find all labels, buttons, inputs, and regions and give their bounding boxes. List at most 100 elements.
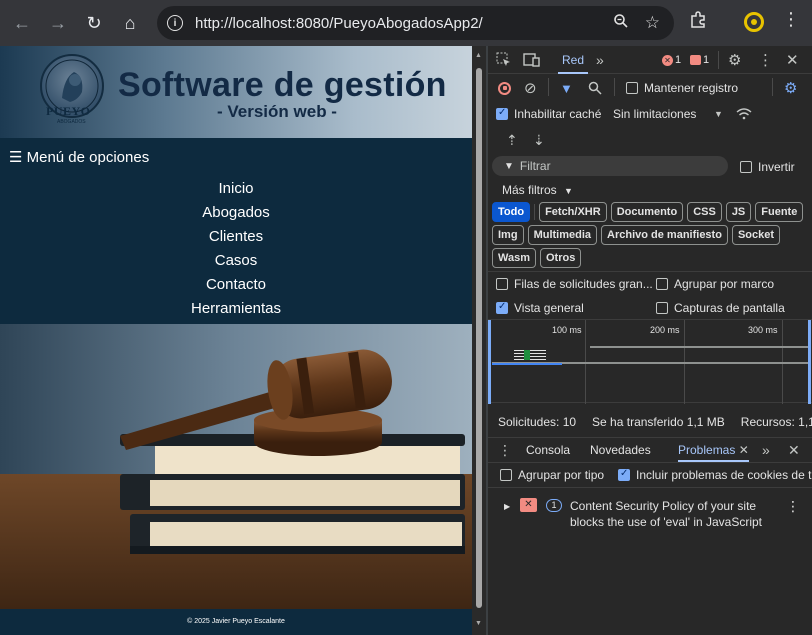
type-filter-fetch[interactable]: Fetch/XHR [539, 202, 607, 222]
bookmark-star-icon[interactable]: ☆ [645, 13, 660, 34]
group-by-type-checkbox[interactable]: Agrupar por tipo [500, 468, 604, 482]
throttling-select[interactable]: Sin limitaciones [613, 107, 696, 121]
page-scrollbar[interactable]: ▲ ▼ [472, 46, 486, 635]
menu-item-abogados[interactable]: Abogados [0, 204, 472, 228]
include-cookies-label: Incluir problemas de cookies de t [636, 468, 812, 482]
menu-item-herramientas[interactable]: Herramientas [0, 300, 472, 324]
type-filter-other[interactable]: Otros [540, 248, 582, 268]
scroll-up-icon[interactable]: ▲ [475, 52, 482, 59]
network-toolbar-row2: Inhabilitar caché Sin limitaciones ▼ [488, 102, 812, 126]
scrollbar-thumb[interactable] [476, 68, 482, 608]
devtools-menu-icon[interactable]: ⋮ [758, 51, 773, 69]
network-settings-gear-icon[interactable]: ⚙ [784, 79, 797, 97]
browser-menu-icon[interactable]: ⋮ [782, 9, 800, 30]
disable-cache-checkbox[interactable]: Inhabilitar caché [496, 107, 601, 121]
url-text[interactable]: http://localhost:8080/PueyoAbogadosApp2/ [195, 15, 483, 32]
type-filter-all[interactable]: Todo [492, 202, 531, 222]
error-icon: ✕ [662, 54, 673, 66]
timeline-request-green [524, 350, 530, 360]
type-filter-img[interactable]: Img [492, 225, 524, 245]
menu-toggle[interactable]: ☰ Menú de opciones [9, 148, 149, 166]
clear-icon[interactable]: ⊘ [524, 79, 537, 97]
search-icon[interactable] [588, 81, 602, 95]
tab-network[interactable]: Red [558, 46, 589, 74]
include-cookies-checkbox[interactable]: Incluir problemas de cookies de t [618, 468, 811, 482]
import-har-icon[interactable]: ⇡ [506, 132, 518, 149]
inspect-element-icon[interactable] [496, 52, 511, 67]
more-filters-dropdown[interactable]: Más filtros ▼ [502, 183, 573, 197]
type-filter-js[interactable]: JS [725, 202, 752, 222]
record-icon[interactable] [498, 81, 511, 95]
hero-image-gavel-books [0, 324, 472, 609]
forward-icon[interactable]: → [40, 5, 76, 41]
filter-input[interactable]: ▼ Filtrar [492, 156, 728, 176]
home-icon[interactable]: ⌂ [112, 5, 148, 41]
issue-menu-icon[interactable]: ⋮ [786, 498, 800, 515]
divider [718, 51, 719, 69]
issue-counter[interactable]: 1 [690, 54, 709, 66]
checkbox-box[interactable] [656, 302, 668, 314]
checkbox-box[interactable] [740, 161, 752, 173]
reload-icon[interactable]: ↻ [76, 5, 112, 41]
checkbox-box[interactable] [656, 278, 668, 290]
zoom-icon[interactable] [613, 13, 629, 34]
export-har-icon[interactable]: ⇣ [533, 132, 545, 149]
filter-funnel-icon[interactable]: ▼ [560, 81, 573, 96]
group-frame-checkbox[interactable]: Agrupar por marco [656, 277, 774, 291]
scroll-down-icon[interactable]: ▼ [475, 620, 482, 627]
disable-cache-label: Inhabilitar caché [514, 107, 602, 121]
divider [534, 203, 536, 220]
checkbox-box[interactable] [500, 469, 512, 481]
checkbox-box[interactable] [496, 301, 508, 314]
more-tabs-icon[interactable]: » [596, 52, 604, 68]
type-filter-media[interactable]: Multimedia [527, 225, 598, 245]
big-rows-checkbox[interactable]: Filas de solicitudes gran... [496, 277, 653, 291]
type-filter-wasm[interactable]: Wasm [492, 248, 536, 268]
network-conditions-wifi-icon[interactable] [736, 107, 752, 121]
preserve-log-checkbox[interactable]: Mantener registro [626, 81, 738, 95]
checkbox-box[interactable] [618, 468, 630, 481]
type-filter-doc[interactable]: Documento [610, 202, 684, 222]
menu-item-casos[interactable]: Casos [0, 252, 472, 276]
chevron-down-icon[interactable]: ▼ [714, 109, 723, 119]
profile-avatar-icon[interactable] [744, 12, 764, 32]
menu-item-contacto[interactable]: Contacto [0, 276, 472, 300]
type-filter-row2: Img Multimedia Archivo de manifiesto Socket [492, 225, 784, 245]
tab-console[interactable]: Consola [526, 443, 570, 457]
extensions-icon[interactable] [689, 10, 707, 33]
checkbox-box[interactable] [496, 107, 508, 120]
settings-gear-icon[interactable]: ⚙ [728, 51, 741, 69]
error-count: 1 [675, 54, 682, 66]
timeline-handle-right[interactable] [808, 320, 811, 404]
overview-label: Vista general [514, 301, 584, 315]
type-filter-socket[interactable]: Socket [731, 225, 781, 245]
tab-issues[interactable]: Problemas ✕ [678, 438, 749, 462]
menu-item-clientes[interactable]: Clientes [0, 228, 472, 252]
big-rows-label: Filas de solicitudes gran... [514, 277, 653, 291]
back-icon[interactable]: ← [4, 5, 40, 41]
overview-checkbox[interactable]: Vista general [496, 301, 584, 315]
drawer-menu-icon[interactable]: ⋮ [498, 442, 512, 459]
type-filter-css[interactable]: CSS [687, 202, 722, 222]
close-drawer-icon[interactable]: ✕ [788, 442, 800, 459]
timeline-handle-left[interactable] [488, 320, 491, 404]
timeline-bar-blue [492, 363, 562, 365]
type-filter-manifest[interactable]: Archivo de manifiesto [601, 225, 728, 245]
close-devtools-icon[interactable]: ✕ [786, 51, 799, 69]
network-overview-timeline[interactable]: 100 ms 200 ms 300 ms [488, 319, 812, 404]
close-tab-icon[interactable]: ✕ [739, 443, 749, 457]
throttling-value: Sin limitaciones [613, 107, 697, 121]
site-info-icon[interactable]: i [167, 15, 183, 31]
invert-checkbox[interactable]: Invertir [740, 160, 795, 174]
device-toolbar-icon[interactable] [523, 52, 540, 67]
expand-arrow-icon[interactable]: ▶ [504, 502, 510, 511]
more-drawer-tabs-icon[interactable]: » [762, 442, 770, 458]
address-bar[interactable]: i http://localhost:8080/PueyoAbogadosApp… [157, 6, 674, 40]
screenshots-checkbox[interactable]: Capturas de pantalla [656, 301, 785, 315]
tab-whats-new[interactable]: Novedades [590, 443, 651, 457]
checkbox-box[interactable] [626, 82, 638, 94]
checkbox-box[interactable] [496, 278, 508, 290]
error-counter[interactable]: ✕ 1 [662, 54, 681, 66]
type-filter-font[interactable]: Fuente [755, 202, 804, 222]
menu-item-inicio[interactable]: Inicio [0, 180, 472, 204]
